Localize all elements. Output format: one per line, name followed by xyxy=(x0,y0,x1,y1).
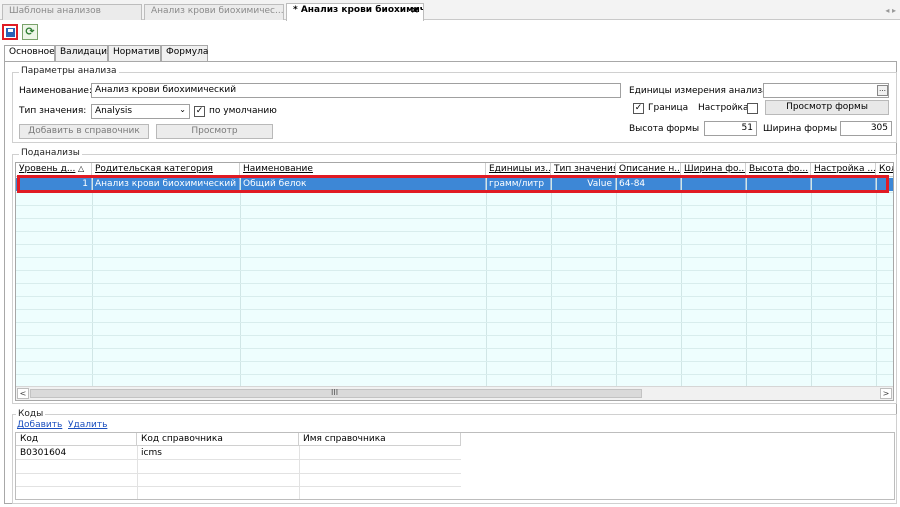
floppy-disk-icon xyxy=(6,28,15,37)
add-to-reference-button[interactable]: Добавить в справочник xyxy=(19,124,149,139)
tab-blood-analysis[interactable]: Анализ крови биохимичес... xyxy=(144,4,284,20)
ellipsis-icon: … xyxy=(879,85,886,93)
scrollbar-thumb[interactable]: III xyxy=(30,388,642,398)
default-label: по умолчанию xyxy=(209,106,277,116)
border-label: Граница xyxy=(648,103,689,113)
table-cell[interactable]: icms xyxy=(137,447,299,459)
row-divider xyxy=(16,231,893,232)
tab-formula[interactable]: Формула xyxy=(161,45,208,61)
refresh-button[interactable]: ⟳ xyxy=(22,24,38,40)
row-divider xyxy=(16,309,893,310)
chevron-down-icon: ⌄ xyxy=(179,105,186,114)
value-type-label: Тип значения: xyxy=(19,106,87,116)
codes-grid-header: Код Код справочника Имя справочника xyxy=(16,433,461,446)
delete-code-link[interactable]: Удалить xyxy=(68,420,107,430)
column-header[interactable]: Имя справочника xyxy=(299,433,461,446)
codes-grid[interactable]: Код Код справочника Имя справочника B030… xyxy=(15,432,895,500)
tab-scroll-arrows-icon[interactable]: ◂ ▸ xyxy=(885,6,896,15)
form-width-label: Ширина формы xyxy=(763,124,838,134)
column-divider xyxy=(486,177,487,386)
table-row[interactable]: B0301604 icms xyxy=(16,447,461,460)
value-type-value: Analysis xyxy=(95,106,133,116)
scroll-left-icon[interactable]: < xyxy=(17,388,29,399)
column-divider xyxy=(240,177,241,386)
form-preview-button[interactable]: Просмотр формы xyxy=(765,100,889,115)
group-title: Поданализы xyxy=(19,148,82,158)
close-icon[interactable]: × xyxy=(411,5,419,16)
table-cell[interactable] xyxy=(299,447,461,449)
group-title: Параметры анализа xyxy=(19,66,119,76)
units-browse-button[interactable]: … xyxy=(877,85,888,96)
column-header[interactable]: Код справочника xyxy=(137,433,299,446)
name-label: Наименование: xyxy=(19,86,92,96)
tab-label: Анализ крови биохимичес... xyxy=(151,6,284,16)
border-checkbox[interactable]: ✓ xyxy=(633,103,644,114)
preview-button[interactable]: Просмотр xyxy=(156,124,273,139)
row-divider xyxy=(16,205,893,206)
settings-label: Настройка xyxy=(698,103,749,113)
settings-checkbox[interactable] xyxy=(747,103,758,114)
row-divider xyxy=(16,257,893,258)
column-divider xyxy=(551,177,552,386)
document-tab-strip: Шаблоны анализов Анализ крови биохимичес… xyxy=(0,0,900,21)
refresh-icon: ⟳ xyxy=(25,25,35,38)
form-width-input[interactable]: 305 xyxy=(840,121,892,136)
default-checkbox[interactable]: ✓ xyxy=(194,106,205,117)
table-cell[interactable]: B0301604 xyxy=(16,447,137,459)
row-divider xyxy=(16,348,893,349)
add-code-link[interactable]: Добавить xyxy=(17,420,62,430)
row-divider xyxy=(16,322,893,323)
tab-label: * Анализ крови биохимич... xyxy=(293,5,424,15)
units-input[interactable] xyxy=(763,83,889,98)
row-divider xyxy=(16,218,893,219)
selected-row-highlight xyxy=(17,175,889,193)
tab-norm[interactable]: Норматив xyxy=(108,45,161,61)
column-divider xyxy=(811,177,812,386)
tab-blood-analysis-edited[interactable]: * Анализ крови биохимич... × xyxy=(286,3,424,21)
column-divider xyxy=(746,177,747,386)
column-divider xyxy=(92,177,93,386)
group-title: Коды xyxy=(16,409,46,419)
row-divider xyxy=(16,486,461,487)
tab-analysis-templates[interactable]: Шаблоны анализов xyxy=(2,4,142,20)
units-label: Единицы измерения анализа: xyxy=(629,86,771,96)
save-button[interactable] xyxy=(2,24,18,40)
tab-validation[interactable]: Валидация xyxy=(55,45,112,61)
row-divider xyxy=(16,270,893,271)
row-divider xyxy=(16,296,893,297)
column-divider xyxy=(876,177,877,386)
row-divider xyxy=(16,361,893,362)
column-header[interactable]: Код xyxy=(16,433,137,446)
row-divider xyxy=(16,473,461,474)
row-divider xyxy=(16,374,893,375)
toolbar: ⟳ xyxy=(0,21,900,43)
form-height-input[interactable]: 51 xyxy=(704,121,757,136)
form-height-label: Высота формы xyxy=(629,124,700,134)
horizontal-scrollbar[interactable]: < III > xyxy=(16,386,893,400)
sort-ascending-icon: △ xyxy=(78,164,85,173)
subanalyses-grid[interactable]: Уровень д... △ Родительская категория На… xyxy=(15,162,894,401)
tab-label: Шаблоны анализов xyxy=(9,6,101,16)
value-type-select[interactable]: Analysis ⌄ xyxy=(91,104,190,119)
scroll-right-icon[interactable]: > xyxy=(880,388,892,399)
name-input[interactable]: Анализ крови биохимический xyxy=(91,83,621,98)
row-divider xyxy=(16,335,893,336)
tab-main[interactable]: Основное xyxy=(4,45,55,62)
row-divider xyxy=(16,283,893,284)
column-divider xyxy=(616,177,617,386)
row-divider xyxy=(16,244,893,245)
column-divider xyxy=(681,177,682,386)
scroll-grip-icon: III xyxy=(331,388,339,397)
